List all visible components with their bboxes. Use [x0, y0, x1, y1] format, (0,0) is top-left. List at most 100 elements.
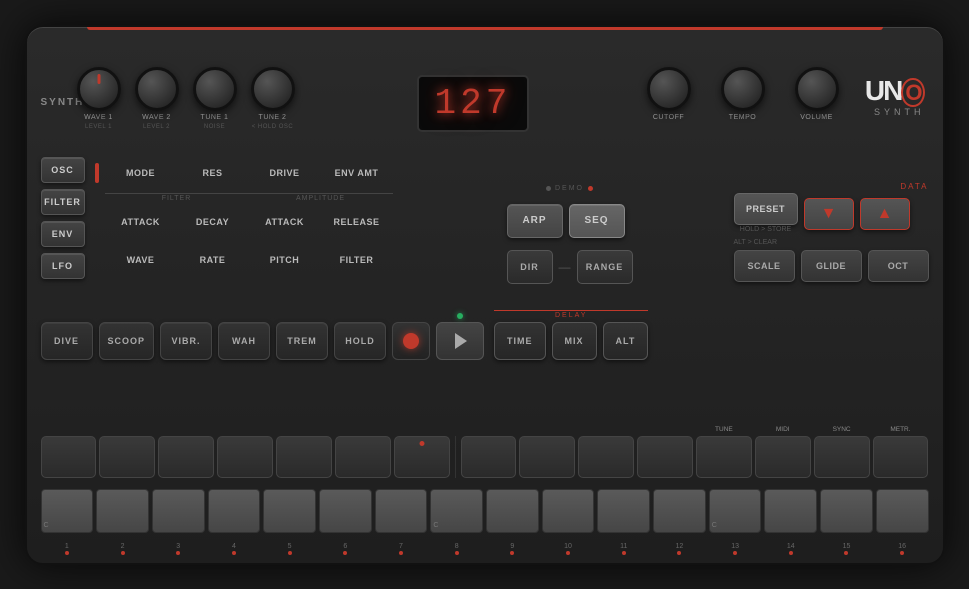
piano-key-5[interactable] [263, 489, 316, 533]
ctrl-lfo-rate-label: RATE [200, 255, 226, 265]
step-13-number: 13 [731, 543, 739, 550]
step-key-13-fn: MIDI [776, 426, 790, 433]
piano-key-13[interactable]: C [709, 489, 762, 533]
piano-key-7[interactable] [375, 489, 428, 533]
sidebar-btn-env[interactable]: ENV [41, 221, 85, 247]
step-key-12[interactable]: TUNE [696, 436, 752, 478]
knob-group-wave2: WAVE 2 LEVEL 2 [135, 67, 179, 130]
hold-label: HOLD [345, 336, 375, 346]
step-key-5[interactable] [276, 436, 332, 478]
preset-group: PRESET HOLD > STORE [734, 193, 798, 233]
scale-row: SCALE GLIDE OCT [734, 250, 929, 282]
piano-key-16[interactable] [876, 489, 929, 533]
main-display: 127 [417, 75, 530, 132]
alt-clear-label: ALT > CLEAR [734, 239, 778, 246]
delay-group: DELAY TIME MIX ALT [494, 322, 648, 360]
knob-label-volume: VOLUME [800, 114, 833, 121]
step-num-13: 13 [709, 543, 762, 555]
delay-alt-button[interactable]: ALT [603, 322, 649, 360]
knob-label-tune1: TUNE 1 [201, 114, 229, 121]
step-num-14: 14 [764, 543, 817, 555]
step-7-dot [399, 551, 403, 555]
ctrl-attack1-label: ATTACK [121, 217, 160, 227]
sidebar-btn-lfo[interactable]: LFO [41, 253, 85, 279]
knob-sublabel-tune1: NOISE [204, 124, 225, 130]
step-key-3[interactable] [158, 436, 214, 478]
piano-key-9[interactable] [486, 489, 539, 533]
piano-key-6[interactable] [319, 489, 372, 533]
ctrl-attack2-label: ATTACK [265, 217, 304, 227]
step-9-number: 9 [510, 543, 514, 550]
step-num-4: 4 [208, 543, 261, 555]
ctrl-lfo-filter-label: FILTER [340, 255, 374, 265]
step-keys-upper-row: TUNE MIDI SYNC METR. [41, 436, 929, 478]
dir-button[interactable]: DIR [507, 250, 553, 284]
step-key-10[interactable] [578, 436, 634, 478]
seq-button[interactable]: SEQ [569, 204, 625, 238]
logo-area: UNO SYNTH [865, 77, 925, 117]
arrow-up-button[interactable]: ▲ [860, 198, 910, 230]
piano-key-8[interactable]: C [430, 489, 483, 533]
arrow-down-button[interactable]: ▼ [804, 198, 854, 230]
step-key-15[interactable]: METR. [873, 436, 929, 478]
right-knobs-section: CUTOFF TEMPO VOLUME [647, 67, 839, 121]
step-key-8[interactable] [461, 436, 517, 478]
ctrl-mode: MODE [105, 168, 177, 178]
piano-key-12[interactable] [653, 489, 706, 533]
preset-row: PRESET HOLD > STORE ▼ ▲ [734, 193, 929, 233]
oct-button[interactable]: OCT [868, 250, 929, 282]
step-key-11[interactable] [637, 436, 693, 478]
delay-time-button[interactable]: TIME [494, 322, 546, 360]
trem-button[interactable]: TREM [276, 322, 328, 360]
vibr-button[interactable]: VIBR. [160, 322, 212, 360]
dive-button[interactable]: DIVE [41, 322, 93, 360]
step-key-4[interactable] [217, 436, 273, 478]
piano-key-1[interactable]: C [41, 489, 94, 533]
step-10-number: 10 [564, 543, 572, 550]
piano-key-13-note: C [712, 522, 717, 529]
step-num-9: 9 [486, 543, 539, 555]
delay-mix-button[interactable]: MIX [552, 322, 597, 360]
alt-label: ALT [616, 336, 636, 346]
piano-key-11[interactable] [597, 489, 650, 533]
step-4-dot [232, 551, 236, 555]
step-key-6[interactable] [335, 436, 391, 478]
scoop-button[interactable]: SCOOP [99, 322, 155, 360]
step-key-14[interactable]: SYNC [814, 436, 870, 478]
piano-key-3[interactable] [152, 489, 205, 533]
wah-button[interactable]: WAH [218, 322, 270, 360]
step-2-dot [121, 551, 125, 555]
glide-button[interactable]: GLIDE [801, 250, 862, 282]
piano-key-10[interactable] [542, 489, 595, 533]
step-key-12-fn: TUNE [715, 426, 733, 433]
sidebar-btn-filter[interactable]: FILTER [41, 189, 85, 215]
piano-key-4[interactable] [208, 489, 261, 533]
step-num-5: 5 [263, 543, 316, 555]
scale-button[interactable]: SCALE [734, 250, 795, 282]
piano-key-8-note: C [433, 522, 438, 529]
preset-button[interactable]: PRESET [734, 193, 798, 225]
logo-uno: UNO [865, 77, 925, 105]
range-button[interactable]: RANGE [577, 250, 633, 284]
sidebar-btn-osc[interactable]: OSC [41, 157, 85, 183]
amplitude-group-wrapper: AMPLITUDE [249, 193, 393, 202]
step-num-6: 6 [319, 543, 372, 555]
play-button[interactable] [436, 322, 484, 360]
piano-key-2[interactable] [96, 489, 149, 533]
step-key-13[interactable]: MIDI [755, 436, 811, 478]
step-key-9[interactable] [519, 436, 575, 478]
trem-label: TREM [287, 336, 317, 346]
record-button[interactable] [392, 322, 430, 360]
step-key-7[interactable] [394, 436, 450, 478]
piano-key-14[interactable] [764, 489, 817, 533]
hold-button[interactable]: HOLD [334, 322, 386, 360]
arp-button[interactable]: ARP [507, 204, 563, 238]
demo-label: DEMO [555, 185, 584, 192]
display-section: 127 [417, 75, 530, 132]
step-15-dot [844, 551, 848, 555]
step-key-1[interactable] [41, 436, 97, 478]
knob-group-wave1: WAVE 1 LEVEL 1 [77, 67, 121, 130]
piano-key-15[interactable] [820, 489, 873, 533]
filter-controls-row: MODE RES DRIVE ENV AMT [95, 155, 495, 191]
step-key-2[interactable] [99, 436, 155, 478]
